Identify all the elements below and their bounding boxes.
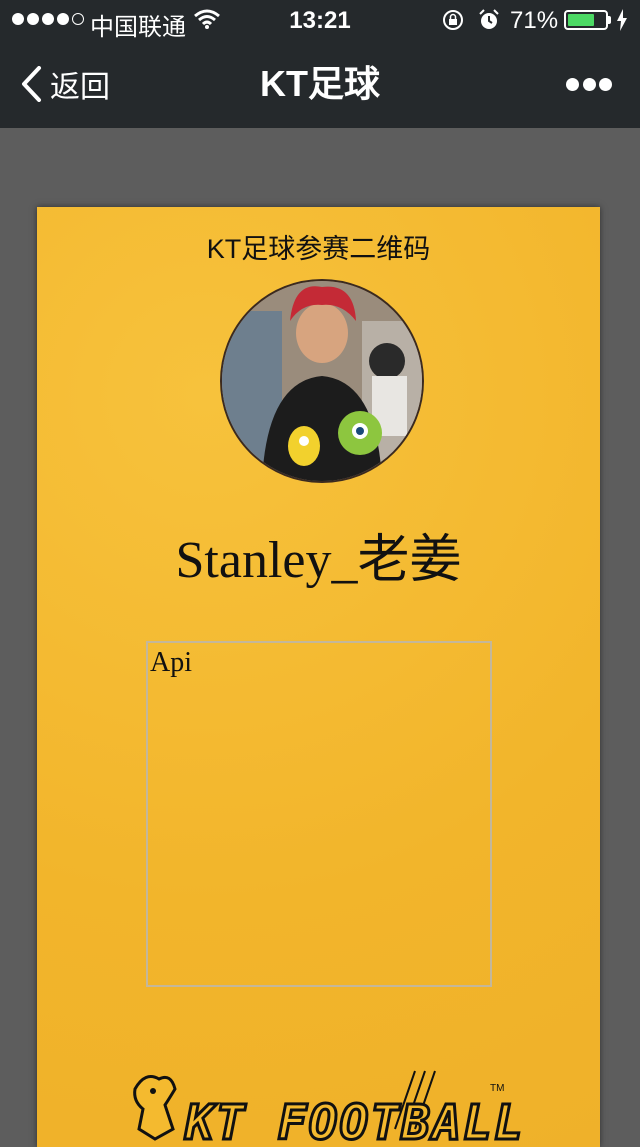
- battery-percent: 71%: [510, 7, 559, 34]
- navigation-bar: 返回 KT足球: [0, 40, 640, 128]
- avatar: [220, 279, 424, 483]
- battery-fill: [568, 14, 594, 26]
- logo-tm: TM: [490, 1083, 504, 1094]
- kt-football-logo: TM KT FOOTBALL: [133, 1070, 525, 1147]
- alarm-icon: [479, 9, 499, 29]
- qr-card: KT足球参赛二维码 Stanley_老姜 Api TM KT FOOTBALL: [37, 207, 600, 1147]
- qr-code-placeholder: Api: [146, 641, 492, 987]
- card-title: KT足球参赛二维码: [206, 234, 431, 264]
- rotation-lock-icon: [443, 10, 463, 30]
- qr-alt-text: Api: [150, 647, 192, 678]
- status-bar: 中国联通 13:21 71%: [0, 0, 640, 41]
- battery-icon: [564, 10, 608, 30]
- username: Stanley_老姜: [175, 532, 462, 589]
- more-options-icon[interactable]: [566, 78, 612, 92]
- avatar-photo: [222, 281, 422, 481]
- charging-bolt-icon: [617, 9, 627, 31]
- battery-cap: [608, 16, 611, 24]
- logo-text: KT FOOTBALL: [184, 1095, 525, 1147]
- page-title: KT足球: [260, 63, 380, 104]
